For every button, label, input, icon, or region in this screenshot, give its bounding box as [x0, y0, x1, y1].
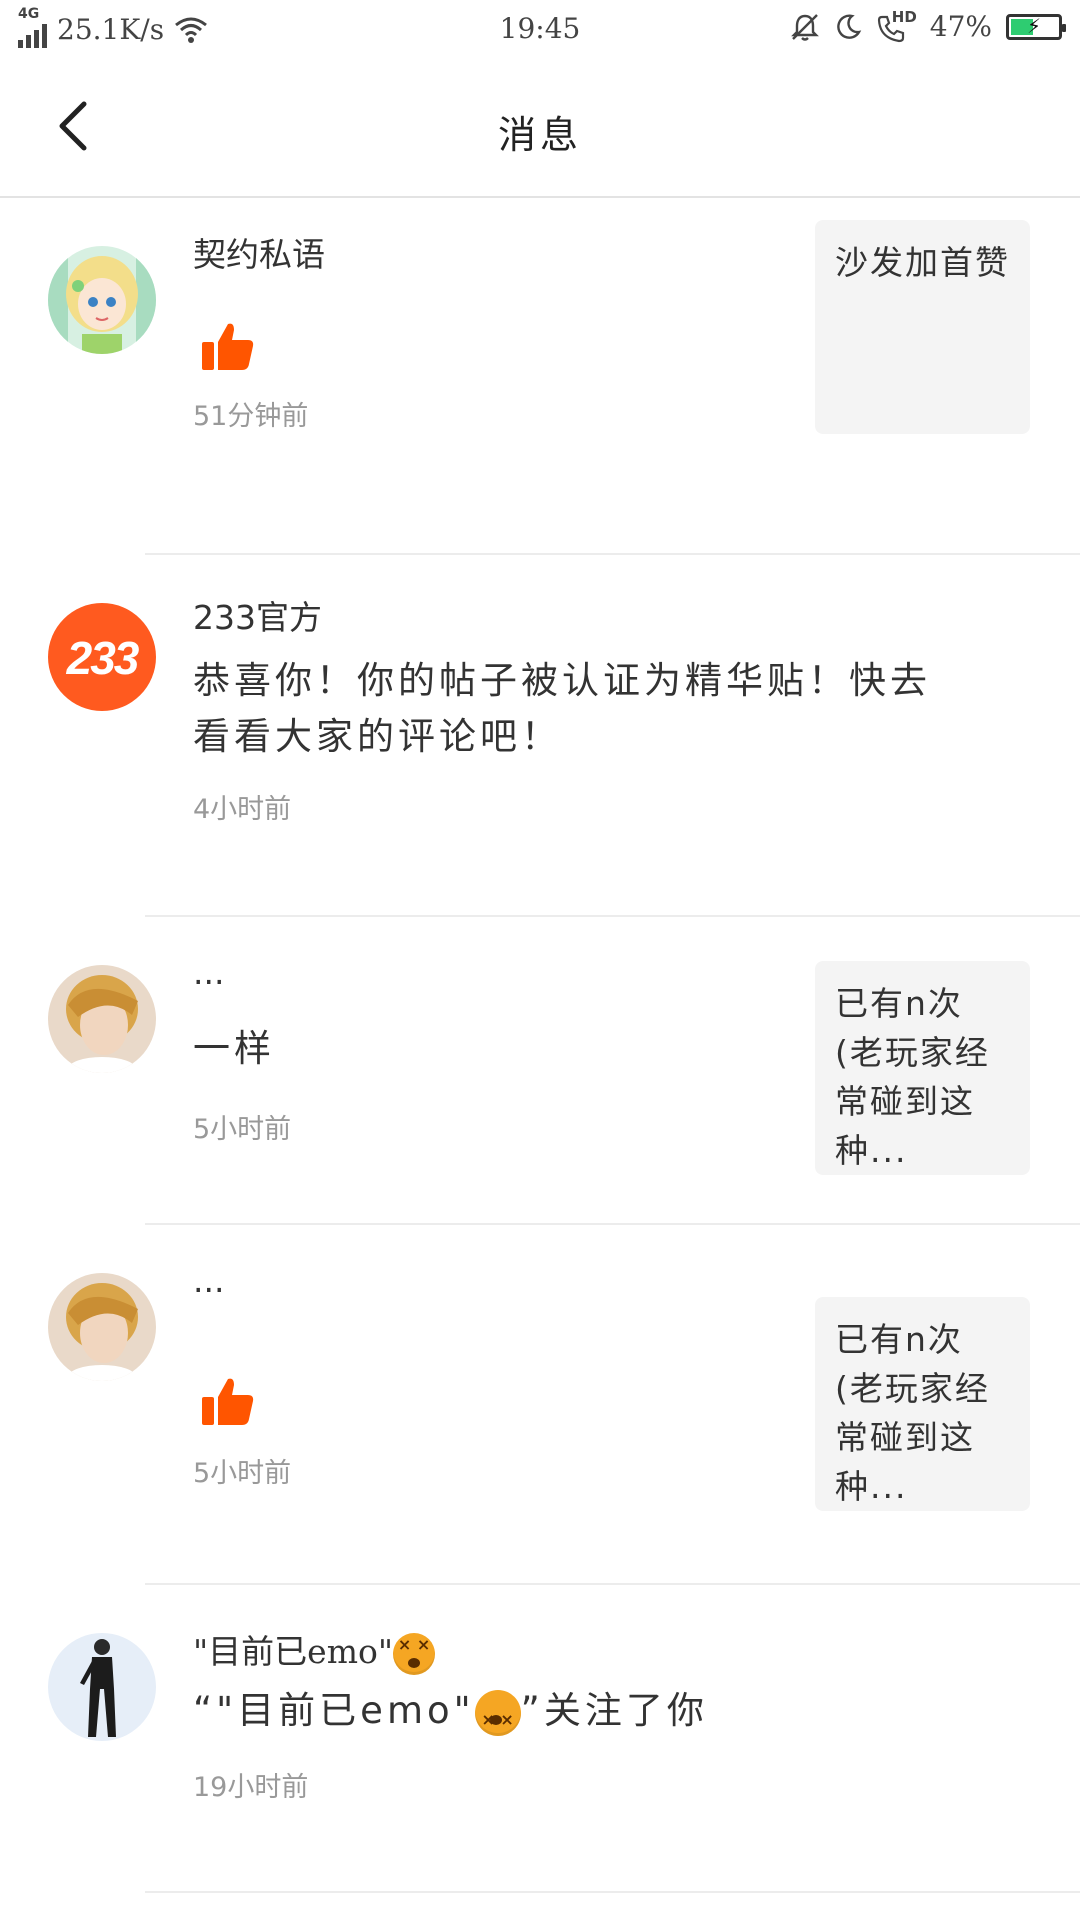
list-item[interactable]: ... 5小时前 已有n次(老玩家经常碰到这种...: [0, 1225, 1080, 1585]
timestamp: 19小时前: [193, 1772, 309, 1803]
list-item[interactable]: "目前已emo" “"目前已emo"”关注了你 19小时前: [0, 1585, 1080, 1893]
timestamp: 51分钟前: [193, 401, 309, 432]
thumbs-up-icon: [202, 323, 254, 370]
page-title: 消息: [497, 113, 582, 157]
header: 消息: [0, 56, 1080, 198]
status-bar: 4G 25.1K/s 19:45 HD 47% ⚡: [0, 0, 1080, 56]
battery-percent: 47%: [929, 10, 992, 43]
battery-charging-icon: ⚡: [1006, 13, 1066, 40]
moon-icon: [836, 13, 862, 39]
username[interactable]: 233官方: [193, 591, 322, 639]
timestamp: 4小时前: [193, 794, 292, 825]
hd-call-icon: HD: [876, 8, 917, 42]
bell-off-icon: [790, 13, 819, 41]
avatar[interactable]: [48, 1633, 156, 1741]
dizzy-face-emoji: [474, 1689, 521, 1748]
list-item[interactable]: ... 一样 5小时前 已有n次(老玩家经常碰到这种...: [0, 917, 1080, 1225]
avatar[interactable]: [48, 246, 156, 354]
avatar[interactable]: [48, 1273, 156, 1381]
quoted-post[interactable]: 已有n次(老玩家经常碰到这种...: [815, 961, 1030, 1175]
thumbs-up-icon: [202, 1378, 254, 1425]
username[interactable]: ...: [193, 1261, 224, 1300]
username[interactable]: ...: [193, 953, 224, 992]
message-content: 恭喜你！你的帖子被认证为精华贴！快去看看大家的评论吧！: [193, 659, 931, 758]
message-list: 契约私语 51分钟前 沙发加首赞 233 233官方 恭喜你！你的帖子被认证为精…: [0, 198, 1080, 1893]
timestamp: 5小时前: [193, 1458, 292, 1489]
username[interactable]: 契约私语: [193, 228, 325, 276]
message-content: 一样: [193, 1027, 275, 1070]
avatar[interactable]: [48, 965, 156, 1073]
username[interactable]: "目前已emo": [193, 1625, 436, 1675]
quoted-post[interactable]: 沙发加首赞: [815, 220, 1030, 434]
list-item[interactable]: 233 233官方 恭喜你！你的帖子被认证为精华贴！快去看看大家的评论吧！ 4小…: [0, 555, 1080, 917]
quoted-post[interactable]: 已有n次(老玩家经常碰到这种...: [815, 1297, 1030, 1511]
list-item[interactable]: 契约私语 51分钟前 沙发加首赞: [0, 198, 1080, 555]
message-content: “"目前已emo"”关注了你: [193, 1683, 893, 1748]
avatar[interactable]: 233: [48, 603, 156, 711]
dizzy-face-emoji: [393, 1632, 436, 1675]
timestamp: 5小时前: [193, 1114, 292, 1145]
